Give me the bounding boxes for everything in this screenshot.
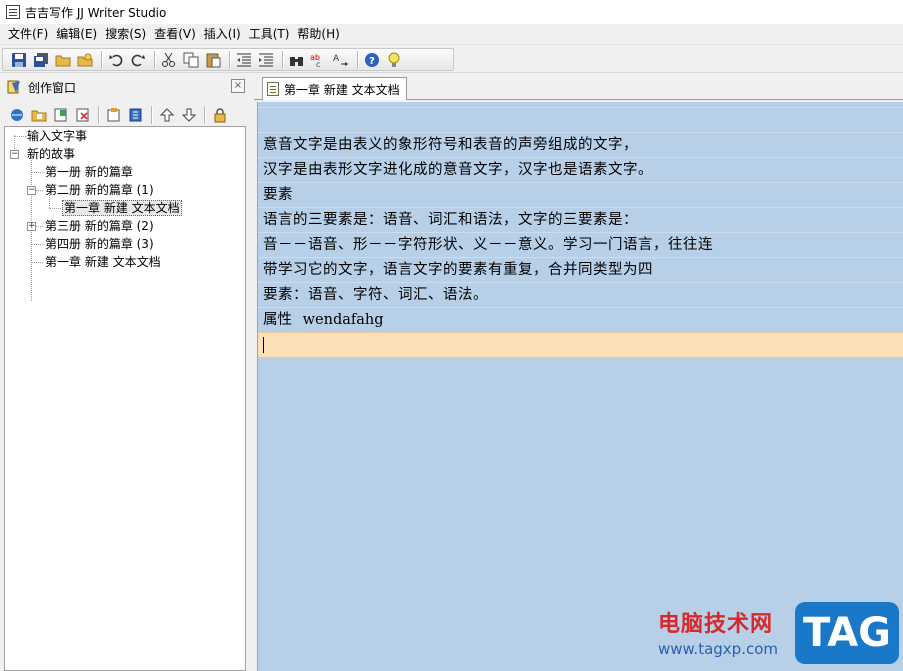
collapse-icon[interactable]: − xyxy=(27,186,36,195)
close-icon[interactable]: × xyxy=(231,79,245,93)
document-icon xyxy=(267,82,279,96)
move-up-icon[interactable] xyxy=(156,105,177,126)
menu-tools[interactable]: 工具(T) xyxy=(245,24,294,45)
title-bar: 吉吉写作 JJ Writer Studio xyxy=(0,0,903,24)
story-tree: 输入文字事 − 新的故事 第一册 新的篇章 − 第二册 新的篇章 (1) 第一章… xyxy=(4,126,246,671)
tree-item[interactable]: 输入文字事 xyxy=(27,127,87,145)
panel-header: 创作窗口 × xyxy=(0,74,251,100)
undo-icon[interactable] xyxy=(106,50,126,70)
toolbar-separator xyxy=(204,106,205,124)
editor-line[interactable]: 带学习它的文字，语言文字的要素有重复，合并同类型为四 xyxy=(258,257,903,282)
creation-panel: 创作窗口 × 输入文字事 − 新的故事 第一册 新的篇章 − 第二册 新的篇章 … xyxy=(0,74,251,671)
toolbar-separator xyxy=(282,50,283,69)
watermark-logo: TAG xyxy=(795,602,899,664)
panel-icon xyxy=(6,79,22,95)
tip-icon[interactable] xyxy=(384,50,404,70)
copy-icon[interactable] xyxy=(181,50,201,70)
new-folder-icon[interactable] xyxy=(28,105,49,126)
window-title: 吉吉写作 JJ Writer Studio xyxy=(25,5,167,20)
toolbar-separator xyxy=(98,106,99,124)
text-caret xyxy=(263,337,264,353)
watermark-url: www.tagxp.com xyxy=(658,640,778,658)
move-down-icon[interactable] xyxy=(178,105,199,126)
tree-item[interactable]: 第三册 新的篇章 (2) xyxy=(45,217,154,235)
spell-check-icon[interactable]: ab c xyxy=(309,50,329,70)
app-icon xyxy=(6,5,20,19)
editor-panel: 第一章 新建 文本文档 意音文字是由表义的象形符号和表音的声旁组成的文字， 汉字… xyxy=(254,74,903,671)
menu-view[interactable]: 查看(V) xyxy=(150,24,200,45)
indent-icon[interactable] xyxy=(256,50,276,70)
current-line[interactable] xyxy=(258,332,903,357)
editor-line[interactable]: 意音文字是由表义的象形符号和表音的声旁组成的文字， xyxy=(258,132,903,157)
menu-edit[interactable]: 编辑(E) xyxy=(52,24,101,45)
collapse-icon[interactable]: − xyxy=(10,150,19,159)
editor-line[interactable]: 语言的三要素是：语音、词汇和语法，文字的三要素是： xyxy=(258,207,903,232)
editor-line[interactable]: 属性 wendafahg xyxy=(258,307,903,332)
new-chapter-icon[interactable] xyxy=(50,105,71,126)
watermark-text: 电脑技术网 xyxy=(658,612,774,637)
svg-text:c: c xyxy=(316,60,320,68)
tree-item-selected[interactable]: 第一章 新建 文本文档 xyxy=(62,199,182,217)
outdent-icon[interactable] xyxy=(234,50,254,70)
help-icon[interactable]: ? xyxy=(362,50,382,70)
tree-item[interactable]: 第二册 新的篇章 (1) xyxy=(45,181,154,199)
save-icon[interactable] xyxy=(9,50,29,70)
panel-toolbar xyxy=(6,104,231,126)
menu-help[interactable]: 帮助(H) xyxy=(293,24,343,45)
tab-document[interactable]: 第一章 新建 文本文档 xyxy=(262,77,407,100)
tree-item[interactable]: 第四册 新的篇章 (3) xyxy=(45,235,154,253)
tree-item[interactable]: 新的故事 xyxy=(27,145,75,163)
export-icon[interactable] xyxy=(75,50,95,70)
editor-line[interactable]: 汉字是由表形文字进化成的意音文字，汉字也是语素文字。 xyxy=(258,157,903,182)
expand-icon[interactable]: + xyxy=(27,222,36,231)
new-book-icon[interactable] xyxy=(6,105,27,126)
save-all-icon[interactable] xyxy=(31,50,51,70)
menu-file[interactable]: 文件(F) xyxy=(4,24,52,45)
menu-insert[interactable]: 插入(I) xyxy=(200,24,245,45)
open-folder-icon[interactable] xyxy=(53,50,73,70)
replace-icon[interactable]: A xyxy=(331,50,351,70)
paste-icon[interactable] xyxy=(203,50,223,70)
menu-search[interactable]: 搜索(S) xyxy=(101,24,150,45)
panel-title: 创作窗口 xyxy=(28,80,77,95)
toolbar-separator xyxy=(101,50,102,69)
notes-icon[interactable] xyxy=(125,105,146,126)
tab-strip: 第一章 新建 文本文档 xyxy=(254,74,903,100)
properties-icon[interactable] xyxy=(103,105,124,126)
svg-text:A: A xyxy=(333,54,340,64)
editor-line[interactable] xyxy=(258,107,903,132)
editor-line[interactable]: 要素：语音、字符、词汇、语法。 xyxy=(258,282,903,307)
toolbar-separator xyxy=(154,50,155,69)
main-toolbar: ab c A ? xyxy=(0,46,903,73)
tab-label: 第一章 新建 文本文档 xyxy=(284,82,400,97)
editor-line[interactable]: 音－－语音、形－－字符形状、义－－意义。学习一门语言，往往连 xyxy=(258,232,903,257)
toolbar-separator xyxy=(229,50,230,69)
tree-item[interactable]: 第一章 新建 文本文档 xyxy=(45,253,161,271)
editor-line[interactable]: 要素 xyxy=(258,182,903,207)
toolbar-separator xyxy=(357,50,358,69)
attribute-line-text: 属性 wendafahg xyxy=(263,312,384,328)
delete-icon[interactable] xyxy=(72,105,93,126)
tree-item[interactable]: 第一册 新的篇章 xyxy=(45,163,133,181)
lock-icon[interactable] xyxy=(209,105,230,126)
redo-icon[interactable] xyxy=(128,50,148,70)
menu-bar: 文件(F) 编辑(E) 搜索(S) 查看(V) 插入(I) 工具(T) 帮助(H… xyxy=(0,24,903,45)
text-editor[interactable]: 意音文字是由表义的象形符号和表音的声旁组成的文字， 汉字是由表形文字进化成的意音… xyxy=(257,102,903,671)
find-icon[interactable] xyxy=(287,50,307,70)
svg-text:?: ? xyxy=(369,56,375,67)
watermark: 电脑技术网 www.tagxp.com TAG xyxy=(652,600,902,668)
cut-icon[interactable] xyxy=(159,50,179,70)
toolbar-separator xyxy=(151,106,152,124)
